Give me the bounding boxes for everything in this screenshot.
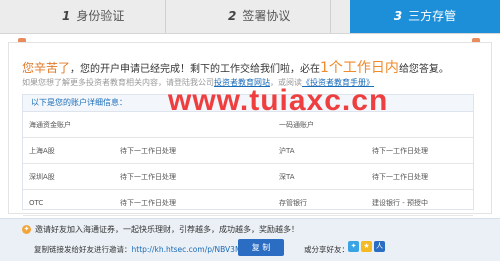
table-row: OTC 待下一工作日处理 存管银行 建设银行 - 预授中 — [23, 189, 473, 216]
qzone-share-icon[interactable]: ★ — [361, 241, 372, 252]
table-cell-value: 待下一工作日处理 — [366, 137, 473, 164]
table-row: 上海A股 待下一工作日处理 沪TA 待下一工作日处理 — [23, 137, 473, 164]
copy-button[interactable]: 复 制 — [238, 239, 284, 256]
gift-icon: ✦ — [22, 225, 31, 234]
weibo-share-icon[interactable]: ✦ — [348, 241, 359, 252]
invite-url[interactable]: http://kh.htsec.com/p/NBV3Mf — [132, 245, 245, 254]
table-cell-label: 上海A股 — [23, 137, 114, 164]
step-identity-verification: 1 身份验证 — [62, 0, 124, 33]
invite-text: ✦ 邀请好友加入海通证券，一起快乐理财，引荐越多，成功越多，奖励越多！ — [22, 224, 299, 235]
greeting: 您辛苦了 — [22, 61, 71, 75]
invite-message: 邀请好友加入海通证券，一起快乐理财，引荐越多，成功越多，奖励越多！ — [35, 225, 299, 234]
table-cell-value: 建设银行 - 预授中 — [366, 189, 473, 216]
table-cell-value: 待下一工作日处理 — [114, 137, 273, 164]
step-number: 1 — [62, 9, 71, 23]
step-label: 身份验证 — [76, 9, 125, 23]
watermark: www.tuiaxc.cn — [168, 84, 389, 117]
step-number: 2 — [228, 9, 237, 23]
renren-share-icon[interactable]: 人 — [374, 241, 385, 252]
table-cell-label: 海通资金账户 — [23, 112, 114, 138]
step-progress-bar: 1 身份验证 2 签署协议 3 三方存管 — [0, 0, 500, 34]
step-number: 3 — [393, 9, 403, 23]
deadline-highlight: 1个工作日内 — [320, 60, 399, 76]
invite-link-line: 复制链接发给好友进行邀请：http://kh.htsec.com/p/NBV3M… — [34, 244, 244, 255]
step-label: 三方存管 — [408, 9, 457, 23]
step-divider — [330, 0, 331, 33]
table-cell-value: 待下一工作日处理 — [114, 163, 273, 190]
table-row: 深圳A股 待下一工作日处理 深TA 待下一工作日处理 — [23, 163, 473, 190]
account-info-table: 海通资金账户 一码通账户 上海A股 待下一工作日处理 沪TA 待下一工作日处理 深圳A股 待下… — [23, 112, 473, 216]
table-cell-label: 深圳A股 — [23, 163, 114, 190]
table-cell-value: 待下一工作日处理 — [366, 163, 473, 190]
table-cell-label: 深TA — [273, 163, 366, 190]
table-cell-label: OTC — [23, 189, 114, 216]
completion-message: 您辛苦了，您的开户申请已经完成！剩下的工作交给我们啦，必在1个工作日内给您答复。 — [22, 57, 449, 77]
message-text-end: 给您答复。 — [398, 64, 449, 75]
step-divider — [165, 0, 166, 33]
table-cell-label: 沪TA — [273, 137, 366, 164]
table-cell-value: 待下一工作日处理 — [114, 189, 273, 216]
step-sign-agreement: 2 签署协议 — [228, 0, 290, 33]
share-label: 或分享好友： — [304, 245, 349, 254]
step-third-party-custody-active: 3 三方存管 — [350, 0, 500, 33]
step-label: 签署协议 — [242, 9, 291, 23]
copy-link-label: 复制链接发给好友进行邀请： — [34, 245, 132, 254]
message-text: ，您的开户申请已经完成！剩下的工作交给我们啦，必在 — [70, 64, 321, 75]
table-cell-label: 存管银行 — [273, 189, 366, 216]
